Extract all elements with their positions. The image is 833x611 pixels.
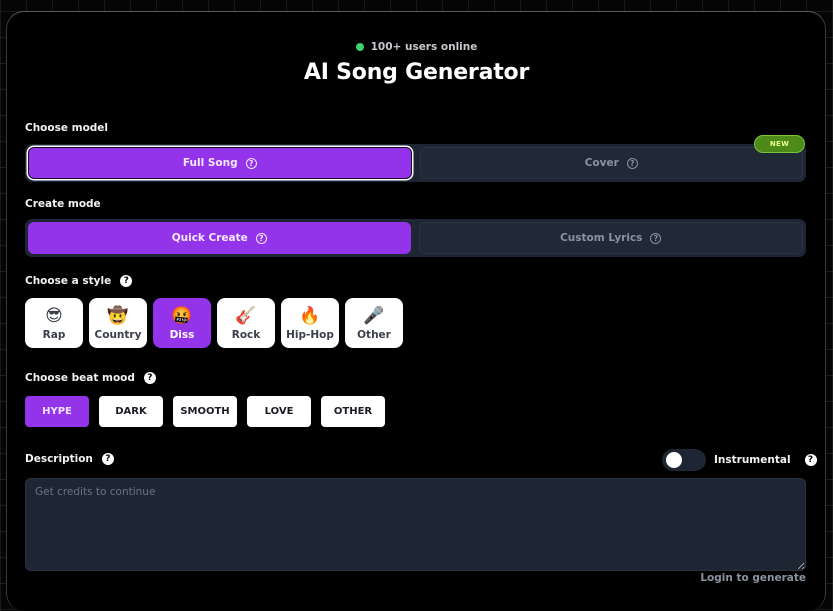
- description-label: Description ?: [25, 453, 114, 465]
- model-option-full-song[interactable]: Full Song ?: [28, 147, 412, 179]
- online-status: 100+ users online: [0, 41, 833, 53]
- cowboy-face-icon: 🤠: [107, 305, 129, 326]
- style-options: 😎 Rap 🤠 Country 🤬 Diss 🎸 Rock 🔥 Hip-Hop …: [25, 298, 403, 348]
- style-option-label: Other: [357, 328, 391, 341]
- microphone-icon: 🎤: [363, 305, 385, 326]
- mode-option-custom-lyrics[interactable]: Custom Lyrics ?: [418, 222, 803, 254]
- help-circle-icon[interactable]: ?: [626, 157, 638, 169]
- mode-option-quick-create[interactable]: Quick Create ?: [28, 222, 411, 254]
- online-status-text: 100+ users online: [370, 41, 478, 53]
- style-option-label: Rap: [42, 328, 66, 341]
- help-circle-icon[interactable]: ?: [245, 157, 257, 169]
- sunglasses-face-icon: 😎: [45, 305, 63, 326]
- style-option-hip-hop[interactable]: 🔥 Hip-Hop: [281, 298, 339, 348]
- instrumental-label: Instrumental: [714, 454, 791, 466]
- style-option-country[interactable]: 🤠 Country: [89, 298, 147, 348]
- help-circle-icon[interactable]: ?: [255, 232, 267, 244]
- mode-option-label: Custom Lyrics: [560, 232, 643, 244]
- style-option-label: Hip-Hop: [286, 328, 334, 341]
- mood-option-other[interactable]: OTHER: [321, 396, 385, 427]
- description-input[interactable]: [25, 478, 806, 571]
- login-to-generate-link[interactable]: Login to generate: [700, 572, 806, 584]
- fire-icon: 🔥: [299, 305, 321, 326]
- help-icon[interactable]: ?: [120, 275, 133, 287]
- help-icon[interactable]: ?: [101, 453, 114, 465]
- mood-option-hype[interactable]: HYPE: [25, 396, 89, 427]
- guitar-icon: 🎸: [235, 305, 257, 326]
- mode-option-label: Quick Create: [171, 232, 248, 244]
- style-option-label: Rock: [231, 328, 261, 341]
- mood-label: Choose beat mood ?: [25, 372, 156, 384]
- new-badge: NEW: [754, 135, 805, 153]
- mood-option-love[interactable]: LOVE: [247, 396, 311, 427]
- style-label: Choose a style ?: [25, 275, 133, 287]
- style-option-label: Country: [94, 328, 142, 341]
- model-selector: Full Song ? Cover ?: [25, 144, 806, 182]
- style-option-label: Diss: [169, 328, 195, 341]
- mood-option-dark[interactable]: DARK: [99, 396, 163, 427]
- angry-face-icon: 🤬: [171, 305, 193, 326]
- style-option-diss[interactable]: 🤬 Diss: [153, 298, 211, 348]
- online-dot-icon: [355, 43, 364, 51]
- style-option-other[interactable]: 🎤 Other: [345, 298, 403, 348]
- page-title: AI Song Generator: [303, 60, 530, 85]
- mode-selector: Quick Create ? Custom Lyrics ?: [25, 219, 806, 257]
- model-option-label: Cover: [584, 157, 619, 169]
- mode-label-text: Create mode: [25, 198, 101, 210]
- description-label-text: Description: [25, 453, 93, 465]
- style-option-rap[interactable]: 😎 Rap: [25, 298, 83, 348]
- instrumental-control: Instrumental ?: [662, 449, 817, 471]
- help-icon[interactable]: ?: [804, 454, 817, 466]
- mode-label: Create mode: [25, 198, 101, 210]
- model-option-cover[interactable]: Cover ?: [419, 147, 803, 179]
- model-label-text: Choose model: [25, 122, 109, 134]
- help-circle-icon[interactable]: ?: [650, 232, 662, 244]
- model-label: Choose model: [25, 122, 108, 134]
- model-option-label: Full Song: [182, 157, 238, 169]
- style-label-text: Choose a style: [25, 275, 112, 287]
- mood-label-text: Choose beat mood: [25, 372, 135, 384]
- mood-option-smooth[interactable]: SMOOTH: [173, 396, 237, 427]
- instrumental-toggle[interactable]: [662, 449, 706, 471]
- toggle-knob: [666, 452, 682, 468]
- style-option-rock[interactable]: 🎸 Rock: [217, 298, 275, 348]
- mood-options: HYPE DARK SMOOTH LOVE OTHER: [25, 396, 385, 427]
- help-icon[interactable]: ?: [143, 372, 156, 384]
